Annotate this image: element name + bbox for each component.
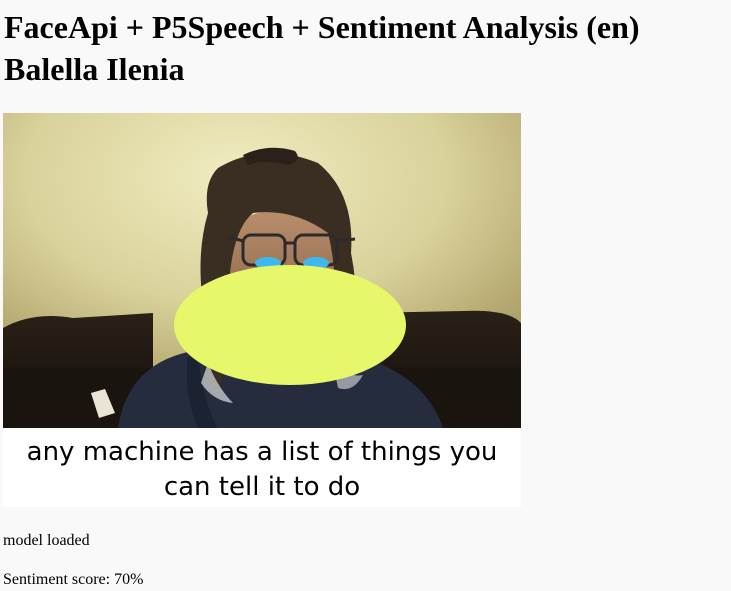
- model-status: model loaded: [3, 532, 90, 549]
- face-overlay-ellipse: [174, 265, 406, 385]
- recognized-speech-text: any machine has a list of things you can…: [26, 437, 498, 502]
- sketch-canvas: any machine has a list of things you can…: [3, 113, 521, 507]
- page-title: FaceApi + P5Speech + Sentiment Analysis …: [4, 9, 640, 87]
- webcam-feed: [3, 113, 521, 428]
- sentiment-score: Sentiment score: 70%: [3, 571, 144, 588]
